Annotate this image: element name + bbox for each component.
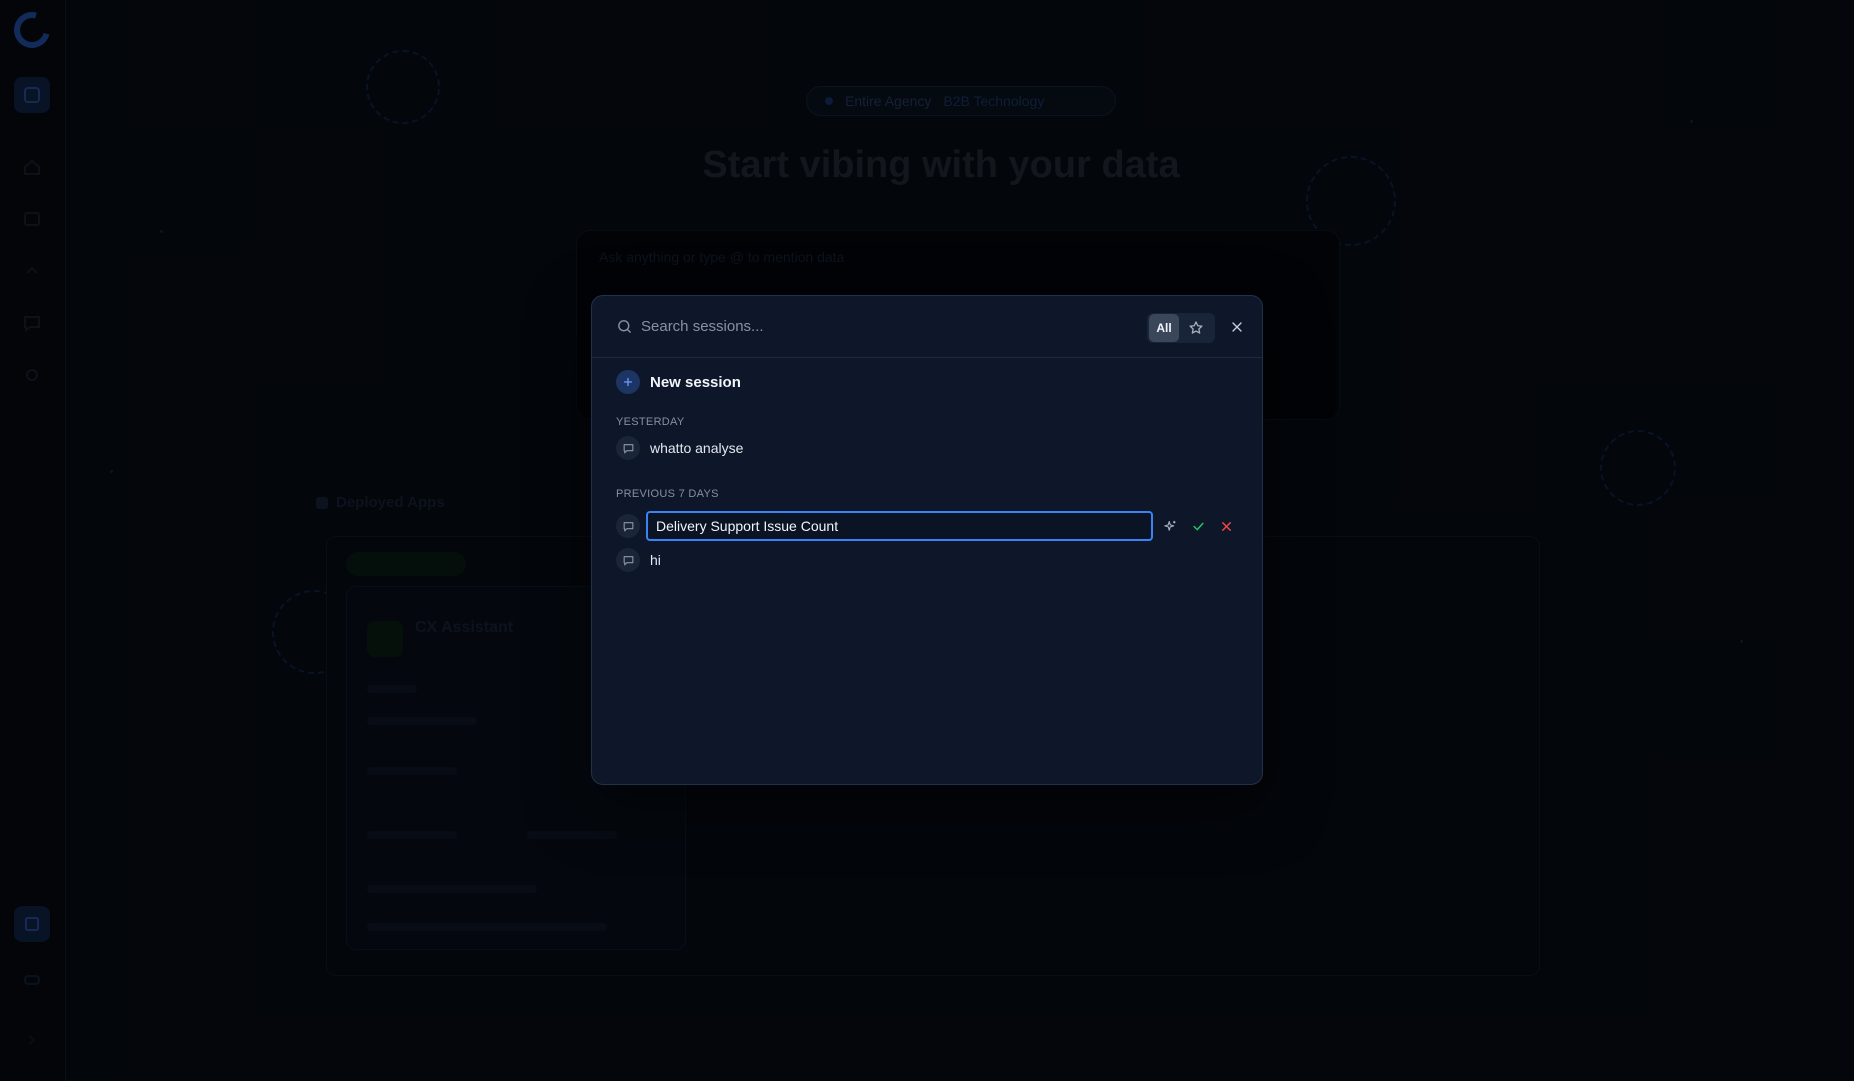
sessions-dialog: All New session YESTERDAY bbox=[591, 295, 1263, 785]
app: Entire Agency B2B Technology Start vibin… bbox=[0, 0, 1854, 1081]
session-filter-toggle: All bbox=[1147, 313, 1215, 343]
search-sessions-input[interactable] bbox=[641, 318, 1121, 335]
confirm-rename-button[interactable] bbox=[1187, 514, 1211, 538]
group-label-yesterday: YESTERDAY bbox=[616, 416, 685, 428]
sessions-dialog-header: All bbox=[592, 296, 1262, 358]
session-item[interactable]: hi bbox=[616, 548, 1238, 572]
session-item[interactable]: whatto analyse bbox=[616, 436, 1238, 460]
search-icon bbox=[616, 318, 633, 335]
session-title: hi bbox=[650, 552, 661, 568]
rename-session-input[interactable] bbox=[646, 511, 1154, 541]
filter-all-button[interactable]: All bbox=[1149, 314, 1179, 342]
sparkles-icon bbox=[1163, 519, 1178, 534]
star-icon bbox=[1188, 320, 1204, 336]
chat-bubble-icon bbox=[616, 548, 640, 572]
chat-bubble-icon bbox=[616, 514, 640, 538]
new-session-button[interactable]: New session bbox=[616, 370, 1238, 394]
ai-rename-button[interactable] bbox=[1159, 514, 1183, 538]
cancel-rename-button[interactable] bbox=[1214, 514, 1238, 538]
group-label-previous-7-days: PREVIOUS 7 DAYS bbox=[616, 488, 719, 500]
sessions-list: New session YESTERDAY whatto analyse PRE… bbox=[592, 358, 1262, 572]
session-title: whatto analyse bbox=[650, 440, 744, 456]
x-icon bbox=[1219, 519, 1234, 534]
filter-starred-button[interactable] bbox=[1179, 314, 1213, 342]
close-button[interactable] bbox=[1226, 316, 1248, 338]
plus-icon bbox=[616, 370, 640, 394]
chat-bubble-icon bbox=[616, 436, 640, 460]
check-icon bbox=[1191, 519, 1206, 534]
session-item-editing bbox=[616, 510, 1238, 542]
close-icon bbox=[1229, 319, 1245, 335]
new-session-label: New session bbox=[650, 373, 741, 391]
